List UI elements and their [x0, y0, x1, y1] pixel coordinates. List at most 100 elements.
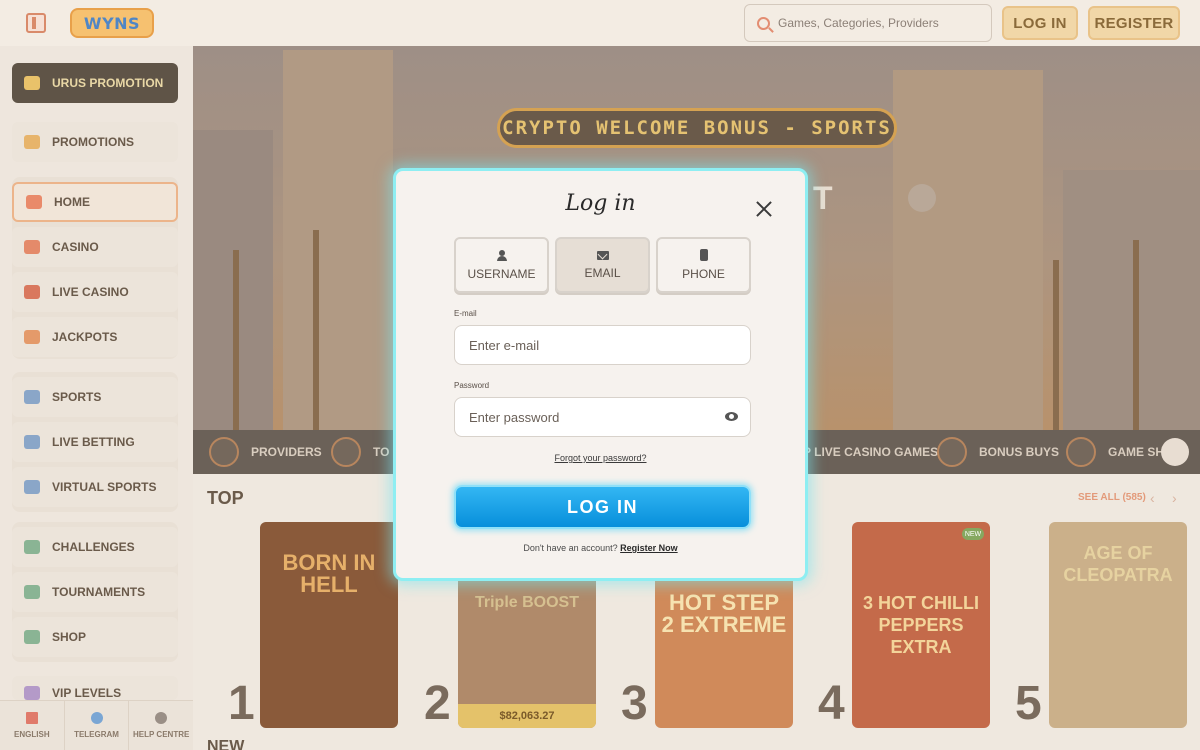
hotel-tower-right: [893, 70, 1043, 430]
chevron-left-icon[interactable]: ‹: [1150, 490, 1155, 506]
game-card[interactable]: BORN IN HELL: [260, 522, 398, 728]
banner-headline: CRYPTO WELCOME BONUS - SPORTS: [497, 108, 897, 148]
shopping-bag-icon: [24, 630, 40, 644]
game-card[interactable]: NEW 3 HOT CHILLI PEPPERS EXTRA: [852, 522, 990, 728]
sidebar-item-label: CASINO: [52, 240, 99, 254]
crown-icon: [331, 437, 361, 467]
target-icon: [24, 540, 40, 554]
sidebar-item-label: VIRTUAL SPORTS: [52, 480, 157, 494]
microphone-icon: [1066, 437, 1096, 467]
email-field[interactable]: [469, 337, 709, 353]
canada-flag-icon: [25, 712, 38, 724]
login-submit-button[interactable]: LOG IN: [454, 485, 751, 529]
header-register-button[interactable]: REGISTER: [1088, 6, 1180, 40]
sidebar-footer: ENGLISH TELEGRAM HELP CENTRE: [0, 700, 193, 750]
logo-text: WYNS: [83, 13, 141, 33]
sidebar-item-virtual-sports[interactable]: VIRTUAL SPORTS: [12, 467, 178, 507]
sidebar-item-promotions[interactable]: PROMOTIONS: [12, 122, 178, 162]
category-label: PROVIDERS: [251, 445, 322, 459]
crown-icon: [24, 686, 40, 700]
envelope-icon: [596, 250, 609, 260]
chevron-right-icon[interactable]: ›: [1172, 490, 1177, 506]
category-top-live-casino[interactable]: P LIVE CASINO GAMES: [803, 445, 938, 459]
slot-machine-icon: [24, 240, 40, 254]
jackpot-amount: $82,063.27: [458, 704, 596, 728]
palm-tree: [1133, 240, 1139, 430]
forgot-password-link[interactable]: Forgot your password?: [396, 453, 805, 463]
search-input[interactable]: [778, 16, 978, 30]
palm-tree: [313, 230, 319, 430]
category-game-shows[interactable]: GAME SHO: [1066, 437, 1173, 467]
category-top[interactable]: TO: [331, 437, 389, 467]
tab-username[interactable]: USERNAME: [454, 237, 549, 293]
sidebar-item-label: LIVE CASINO: [52, 285, 129, 299]
search-icon: [757, 16, 770, 30]
sidebar-toggle-icon[interactable]: [26, 13, 46, 33]
search-bar[interactable]: [744, 4, 992, 42]
live-icon: [24, 435, 40, 449]
cards-icon: [24, 285, 40, 299]
tab-label: EMAIL: [584, 265, 621, 280]
category-next-arrow[interactable]: [1161, 438, 1189, 466]
new-badge: NEW: [962, 528, 984, 540]
see-all-link[interactable]: SEE ALL (585): [1078, 492, 1146, 503]
tab-email[interactable]: EMAIL: [555, 237, 650, 293]
password-field[interactable]: [469, 409, 709, 425]
hotel-tower-left: [283, 50, 393, 430]
sidebar-item-tournaments[interactable]: TOURNAMENTS: [12, 572, 178, 612]
game-title: BORN IN HELL: [282, 550, 376, 597]
game-rank: 3: [621, 677, 648, 730]
sidebar-item-challenges[interactable]: CHALLENGES: [12, 527, 178, 567]
sidebar-urus-promotion[interactable]: URUS PROMOTION: [12, 63, 178, 103]
tab-label: PHONE: [682, 267, 725, 281]
game-title: 3 HOT CHILLI PEPPERS EXTRA: [863, 593, 979, 657]
site-logo[interactable]: WYNS: [70, 8, 154, 38]
eye-icon[interactable]: [725, 412, 738, 421]
phone-icon: [699, 249, 708, 261]
banner-partial-text: T: [813, 180, 833, 216]
section-title-new: NEW: [207, 738, 245, 750]
trophy-icon: [24, 585, 40, 599]
category-label: TO: [373, 445, 390, 459]
sidebar-item-vip-levels[interactable]: VIP LEVELS: [12, 676, 178, 700]
sidebar-item-jackpots[interactable]: JACKPOTS: [12, 317, 178, 357]
sidebar-item-label: TOURNAMENTS: [52, 585, 146, 599]
email-field-wrapper: [454, 325, 751, 365]
sidebar-item-label: SPORTS: [52, 390, 102, 404]
sidebar-item-live-casino[interactable]: LIVE CASINO: [12, 272, 178, 312]
password-label: Password: [454, 381, 490, 390]
tab-phone[interactable]: PHONE: [656, 237, 751, 293]
sidebar-item-live-betting[interactable]: LIVE BETTING: [12, 422, 178, 462]
sidebar-item-shop[interactable]: SHOP: [12, 617, 178, 657]
close-icon[interactable]: [754, 199, 774, 219]
sidebar-item-label: VIP LEVELS: [52, 686, 122, 700]
sidebar-item-casino[interactable]: CASINO: [12, 227, 178, 267]
category-bonus-buys[interactable]: BONUS BUYS: [937, 437, 1059, 467]
register-now-link[interactable]: Register Now: [620, 543, 678, 553]
game-rank: 1: [228, 677, 255, 730]
category-label: BONUS BUYS: [979, 445, 1060, 459]
help-centre-button[interactable]: HELP CENTRE: [129, 701, 193, 750]
game-title: Triple BOOST: [474, 594, 579, 611]
palm-tree: [233, 250, 239, 430]
telegram-icon: [90, 712, 103, 724]
category-providers[interactable]: PROVIDERS: [209, 437, 322, 467]
sidebar-item-label: URUS PROMOTION: [52, 76, 164, 90]
sidebar-item-label: CHALLENGES: [52, 540, 135, 554]
telegram-button[interactable]: TELEGRAM: [65, 701, 130, 750]
sidebar-item-label: LIVE BETTING: [52, 435, 135, 449]
sidebar-item-label: JACKPOTS: [52, 330, 118, 344]
game-rank: 4: [818, 677, 845, 730]
sidebar-item-sports[interactable]: SPORTS: [12, 377, 178, 417]
clover-icon: [24, 330, 40, 344]
header-login-button[interactable]: LOG IN: [1002, 6, 1078, 40]
password-field-wrapper: [454, 397, 751, 437]
footer-label: ENGLISH: [14, 730, 50, 739]
banner-next-arrow[interactable]: [908, 184, 936, 212]
sidebar-item-home[interactable]: HOME: [12, 182, 178, 222]
game-rank: 2: [424, 677, 451, 730]
language-button[interactable]: ENGLISH: [0, 701, 65, 750]
game-card[interactable]: AGE OF CLEOPATRA: [1049, 522, 1187, 728]
game-rank: 5: [1015, 677, 1042, 730]
sidebar-item-label: HOME: [54, 195, 90, 209]
